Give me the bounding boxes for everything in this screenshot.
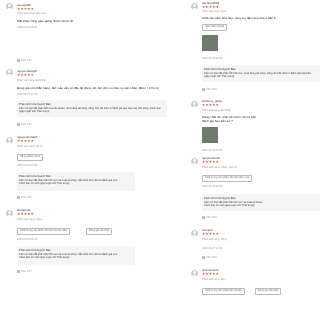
rating-stars: ★★★★★ [17,212,35,216]
review-photo[interactable] [202,35,218,51]
seller-response-text: ngày tuyệt vời! Trân trọng! [204,75,235,79]
thumb-up-icon [17,59,20,62]
review-date: 2020-09-10 07:58 [202,57,223,60]
avatar-icon[interactable] [191,270,198,277]
helpful-label: Hữu ích? [206,216,217,219]
review-tag: Giao hàng nhanh [202,24,228,31]
avatar-icon[interactable] [191,101,198,108]
rating-stars: ★★★★★ [202,160,220,164]
avatar-icon[interactable] [6,69,13,76]
seller-response: Phản Hồi Của Người Bán Cảm ơn bạn đã phả… [202,65,320,82]
avatar-icon[interactable] [6,210,13,217]
helpful-label: Hữu ích? [21,123,32,126]
seller-response: Phản Hồi Của Người Bán Cảm ơn bạn đã phả… [17,100,167,117]
helpful-button[interactable]: Hữu ích? [17,59,32,62]
thumb-up-icon [202,256,205,259]
helpful-label: Hữu ích? [206,256,217,259]
review-text: đánh giá bao sẵn sử ? [202,119,233,123]
review-date: 2020-09-09 10:48 [17,164,38,167]
helpful-button[interactable]: Hữu ích? [17,123,32,126]
rating-stars: ★★★★★ [17,7,35,11]
avatar-icon[interactable] [6,3,13,10]
seller-response-title: Phản Hồi Của Người Bán [204,66,236,71]
review-tag: Đóng gói cẩn thận [86,228,113,235]
rating-stars: ★★★★★ [17,139,35,143]
review-tag: Hàng giống mô tả [17,154,43,161]
helpful-button[interactable]: Hữu ích? [202,256,217,259]
review-meta: Phân loại hàng: Đen [202,278,226,281]
seller-response-text: Chúc bạn có một ngày tuyệt vời! Trân trọ… [204,204,255,208]
thumb-up-icon [202,216,205,219]
rating-stars: ★★★★★ [202,272,220,276]
review-meta: Phân loại hàng: Đen/Nâu [202,109,231,112]
review-meta: Phân loại hàng: Trắng [17,218,43,221]
helpful-label: Hữu ích? [21,59,32,62]
review-tag: Chất lượng sản phẩm tốt (tiện lợi cho vi… [17,228,70,235]
review-date: 2020-09-17 14:36 [202,247,223,250]
avatar-icon[interactable] [191,158,198,165]
review-tag: Chất lượng sản phẩm tốt (vải tốt) [202,288,245,295]
seller-response-title: Phản Hồi Của Người Bán [19,101,51,106]
review-text: Đúng giá với phần hàng, đợi mẫu vẫn có đ… [17,86,159,90]
review-meta: Phân loại hàng: Màu nâu [17,12,46,15]
thumb-up-icon [17,123,20,126]
avatar-icon[interactable] [6,137,13,144]
rating-stars: ★★★★★ [202,103,220,107]
review-text: Mặt khác cũng giao giống được và tới đó [17,19,74,23]
helpful-label: Hữu ích? [21,270,32,273]
review-text: Chất vải mềm khá đẹp, rạng tuy đặc rộng … [202,16,277,20]
seller-response-title: Phản Hồi Của Người Bán [19,247,51,252]
thumb-up-icon [17,196,20,199]
rating-stars: ★★★★★ [202,232,220,236]
review-tag: Chất lượng sản phẩm tốt (vải mềm mại) [202,175,253,182]
helpful-button[interactable]: Hữu ích? [17,196,32,199]
avatar-icon[interactable] [191,3,198,10]
review-photo[interactable] [202,127,218,143]
review-meta: Phân loại hàng: Hồng [202,238,227,241]
avatar-icon[interactable] [191,230,198,237]
helpful-button[interactable]: Hữu ích? [202,216,217,219]
seller-response-text: Chúc bạn có một ngày tuyệt vời! Trân trọ… [19,182,70,186]
seller-response: Phản Hồi Của Người Bán Cảm ơn bạn đã phả… [202,194,320,211]
review-date: 2020-09-02 14:36 [17,93,38,96]
rating-stars: ★★★★★ [17,73,35,77]
thumb-up-icon [202,88,205,91]
review-meta: Phân loại hàng: Đen/Nâu [17,79,46,82]
helpful-label: Hữu ích? [21,196,32,199]
rating-stars: ★★★★★ [202,5,220,9]
thumb-up-icon [17,270,20,273]
seller-response: Phản Hồi Của Người Bán Cảm ơn bạn đã phả… [17,172,135,191]
review-tag: Đóng gói cẩn thận [255,288,282,295]
seller-response: Phản Hồi Của Người Bán Cảm ơn bạn đã phả… [17,246,135,265]
review-meta: Phân loại hàng: Trắng, Size M [202,166,237,169]
review-date: 2020-09-15 11:53 [202,149,223,152]
review-date: 2020-09-15 15:18 [202,185,223,188]
review-date: 2020-09-16 09:41 [17,26,38,29]
seller-response-title: Phản Hồi Của Người Bán [204,195,236,200]
helpful-button[interactable]: Hữu ích? [202,88,217,91]
review-date: 2020-09-09 10:26 [17,238,38,241]
review-meta: Phân loại hàng: Xanh [202,10,227,13]
review-meta: Phân loại hàng: Đỏ tía [17,145,43,148]
seller-response-text: ngày tuyệt vời! Trân trọng! [19,110,50,114]
seller-response-title: Phản Hồi Của Người Bán [19,173,51,178]
helpful-button[interactable]: Hữu ích? [17,270,32,273]
helpful-label: Hữu ích? [206,88,217,91]
seller-response-text: Chúc bạn có một ngày tuyệt vời! Trân trọ… [19,256,70,260]
